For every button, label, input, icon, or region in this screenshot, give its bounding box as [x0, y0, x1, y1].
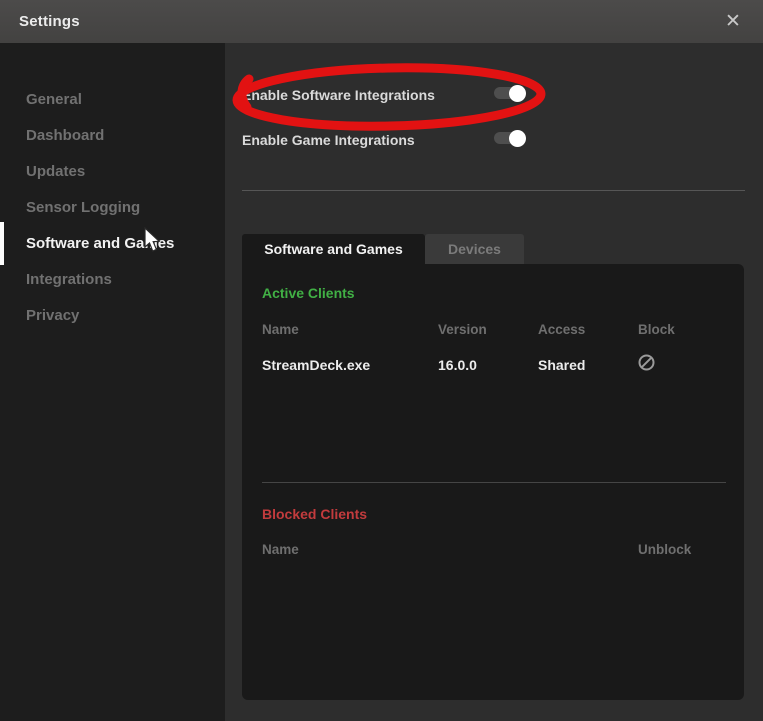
tab-devices[interactable]: Devices [425, 234, 524, 264]
sidebar-item-dashboard[interactable]: Dashboard [0, 118, 225, 154]
blocked-clients-title: Blocked Clients [262, 506, 367, 522]
client-name: StreamDeck.exe [262, 357, 370, 373]
window-title: Settings [19, 13, 80, 30]
column-header-name: Name [262, 542, 299, 557]
section-divider [242, 190, 745, 191]
sidebar-item-general[interactable]: General [0, 82, 225, 118]
toggle-knob [509, 130, 526, 147]
close-icon[interactable]: ✕ [719, 0, 747, 43]
sidebar-item-privacy[interactable]: Privacy [0, 298, 225, 334]
software-integrations-toggle[interactable] [494, 87, 524, 99]
column-header-version: Version [438, 322, 487, 337]
software-integrations-row: Enable Software Integrations [242, 87, 745, 107]
sidebar-item-sensor-logging[interactable]: Sensor Logging [0, 190, 225, 226]
game-integrations-label: Enable Game Integrations [242, 132, 415, 148]
column-header-unblock: Unblock [638, 542, 691, 557]
client-access: Shared [538, 357, 585, 373]
column-header-name: Name [262, 322, 299, 337]
panel-divider [262, 482, 726, 483]
client-version: 16.0.0 [438, 357, 477, 373]
tab-software-and-games[interactable]: Software and Games [242, 234, 425, 264]
settings-sidebar: General Dashboard Updates Sensor Logging… [0, 43, 225, 721]
active-clients-title: Active Clients [262, 285, 355, 301]
clients-tabbar: Software and Games Devices [242, 234, 524, 264]
toggle-knob [509, 85, 526, 102]
settings-main: Enable Software Integrations Enable Game… [225, 43, 763, 721]
column-header-access: Access [538, 322, 585, 337]
titlebar: Settings ✕ [0, 0, 763, 43]
sidebar-item-integrations[interactable]: Integrations [0, 262, 225, 298]
sidebar-item-software-and-games[interactable]: Software and Games [0, 226, 225, 262]
software-integrations-label: Enable Software Integrations [242, 87, 435, 103]
sidebar-item-updates[interactable]: Updates [0, 154, 225, 190]
block-icon[interactable] [638, 354, 655, 371]
game-integrations-row: Enable Game Integrations [242, 132, 745, 152]
clients-panel: Active Clients Name Version Access Block… [242, 264, 744, 700]
selected-item-indicator [0, 222, 4, 265]
column-header-block: Block [638, 322, 675, 337]
game-integrations-toggle[interactable] [494, 132, 524, 144]
